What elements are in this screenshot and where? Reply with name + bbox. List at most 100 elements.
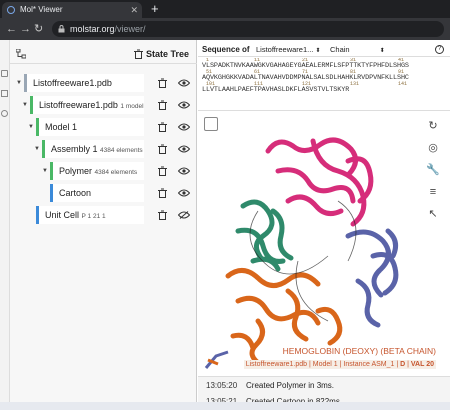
residue-number: 51 [206, 69, 213, 75]
structure-select[interactable]: Listoffreeware1... ⬍ [256, 45, 321, 54]
sequence-header: Sequence of Listoffreeware1... ⬍ Chain ⬍… [198, 44, 450, 57]
screenshot-icon[interactable] [204, 117, 218, 131]
chevron-updown-icon: ⬍ [379, 48, 385, 54]
tree-node-label[interactable]: Listoffreeware1.pdb 1 model [30, 96, 144, 114]
trash-icon[interactable] [134, 49, 143, 59]
os-taskbar [0, 402, 450, 410]
unit-select[interactable]: Chain ⬍ [330, 45, 385, 54]
state-tree-title: State Tree [145, 49, 189, 59]
lock-icon [58, 25, 65, 33]
url-field[interactable]: molstar.org/viewer/ [52, 21, 444, 37]
sequence-panel[interactable]: 1 11 21 31 41 VLSPADKTNVKAAWGKVGAHAGEYGAEALE… [198, 58, 450, 108]
tree-node-label[interactable]: Model 1 [36, 118, 144, 136]
tree-node-label[interactable]: Cartoon [50, 184, 144, 202]
molstar-favicon-icon [7, 6, 15, 14]
collapse-caret-icon[interactable]: ▼ [16, 74, 22, 92]
tree-node-assembly[interactable]: ▼ Assembly 1 4384 elements [10, 140, 197, 158]
view-settings-icon[interactable]: ◎ [426, 141, 440, 155]
residue-number: 91 [398, 69, 405, 75]
residue-detail: Listoffreeware1.pdb | Model 1 | Instance… [243, 360, 436, 369]
tree-node-label[interactable]: Polymer 4384 elements [50, 162, 144, 180]
tree-node-label[interactable]: Unit Cell P 1 21 1 [36, 206, 144, 224]
residue-number: 21 [302, 58, 309, 63]
tree-node-label[interactable]: Listoffreeware1.pdb [24, 74, 144, 92]
state-tree-panel: State Tree ▼ Listoffreeware1.pdb ▼ Listo… [10, 40, 197, 402]
tree-node-trajectory[interactable]: ▼ Listoffreeware1.pdb 1 model [10, 96, 197, 114]
blue-chain [345, 228, 399, 328]
left-tool-strip [0, 40, 10, 402]
residue-number: 71 [302, 69, 309, 75]
help-icon[interactable] [1, 110, 8, 117]
sequence-line[interactable]: AQVKGHGKKVADALTNAVAHVDDMPNALSALSDLHAHKLR… [202, 75, 450, 82]
close-tab-icon[interactable]: ✕ [130, 2, 138, 18]
trash-icon[interactable] [158, 210, 167, 220]
sequence-label: Sequence of [202, 45, 250, 54]
eye-icon[interactable] [178, 167, 190, 175]
eye-icon[interactable] [178, 79, 190, 87]
eye-icon[interactable] [178, 101, 190, 109]
hover-info: HEMOGLOBIN (DEOXY) (BETA CHAIN) Listoffr… [198, 344, 444, 376]
collapse-caret-icon[interactable]: ▼ [22, 96, 28, 114]
tree-structure-icon[interactable] [16, 49, 26, 59]
residue-number: 61 [254, 69, 261, 75]
collapse-caret-icon[interactable]: ▼ [34, 140, 40, 158]
residue-number: 131 [350, 81, 360, 87]
tree-node-label[interactable]: Assembly 1 4384 elements [42, 140, 144, 158]
back-arrow-icon[interactable]: ← [6, 21, 17, 37]
eye-icon[interactable] [178, 123, 190, 131]
trash-icon[interactable] [158, 122, 167, 132]
trash-icon[interactable] [158, 78, 167, 88]
tab-title: Mol* Viewer [20, 5, 63, 14]
download-icon[interactable] [1, 90, 8, 97]
sequence-line[interactable]: VLSPADKTNVKAAWGKVGAHAGEYGAEALERMFLSFPTTK… [202, 63, 450, 70]
residue-number: 111 [254, 81, 264, 87]
molstar-logo-icon [204, 350, 229, 369]
protein-cartoon-render[interactable] [198, 111, 450, 374]
address-bar-row: ← → ↻ molstar.org/viewer/ [0, 18, 450, 40]
residue-number: 121 [302, 81, 312, 87]
collapse-caret-icon[interactable]: ▼ [42, 162, 48, 180]
state-tree-header: State Tree [10, 44, 197, 64]
eye-icon[interactable] [178, 145, 190, 153]
help-icon[interactable]: ? [435, 45, 444, 54]
tree-node-file[interactable]: ▼ Listoffreeware1.pdb [10, 74, 197, 92]
trash-icon[interactable] [158, 166, 167, 176]
reset-camera-icon[interactable]: ↻ [426, 119, 440, 133]
trash-icon[interactable] [158, 144, 167, 154]
selection-mode-icon[interactable]: ↖ [426, 207, 440, 221]
eye-hidden-icon[interactable] [178, 211, 190, 219]
tree-node-unit-cell[interactable]: Unit Cell P 1 21 1 [10, 206, 197, 224]
green-chain [235, 199, 294, 272]
forward-arrow-icon[interactable]: → [20, 21, 31, 37]
trash-icon[interactable] [158, 100, 167, 110]
residue-number: 141 [398, 81, 408, 87]
tree-node-model[interactable]: ▼ Model 1 [10, 118, 197, 136]
residue-number: 101 [206, 81, 216, 87]
molstar-app: State Tree ▼ Listoffreeware1.pdb ▼ Listo… [0, 40, 450, 410]
tree-node-polymer[interactable]: ▼ Polymer 4384 elements [10, 162, 197, 180]
new-tab-icon[interactable]: + [151, 0, 159, 18]
chevron-updown-icon: ⬍ [315, 48, 321, 54]
url-path: /viewer/ [114, 24, 146, 34]
residue-number: 11 [254, 58, 261, 63]
reload-icon[interactable]: ↻ [34, 21, 43, 37]
molecule-viewport[interactable]: ↻ ◎ 🔧 ≡ ↖ [198, 110, 450, 374]
url-domain: molstar.org [70, 24, 115, 34]
collapse-caret-icon[interactable]: ▼ [28, 118, 34, 136]
browser-tab-bar: Mol* Viewer ✕ + [0, 0, 450, 18]
residue-numbers: 101 111 121 131 141 [202, 82, 450, 87]
residue-number: 31 [350, 58, 357, 63]
home-icon[interactable] [1, 70, 8, 77]
tools-icon[interactable]: 🔧 [426, 163, 440, 177]
sliders-icon[interactable]: ≡ [426, 185, 440, 199]
eye-icon[interactable] [178, 189, 190, 197]
residue-number: 81 [350, 69, 357, 75]
sequence-line[interactable]: LLVTLAAHLPAEFTPAVHASLDKFLASVSTVLTSKYR [202, 87, 450, 94]
residue-number: 41 [398, 58, 405, 63]
residue-numbers: 51 61 71 81 91 [202, 70, 450, 75]
residue-numbers: 1 11 21 31 41 [202, 58, 450, 63]
log-entry: 13:05:20 Created Polymer in 3ms. [206, 381, 335, 390]
browser-tab[interactable]: Mol* Viewer ✕ [2, 2, 142, 18]
trash-icon[interactable] [158, 188, 167, 198]
tree-node-cartoon[interactable]: Cartoon [10, 184, 197, 202]
